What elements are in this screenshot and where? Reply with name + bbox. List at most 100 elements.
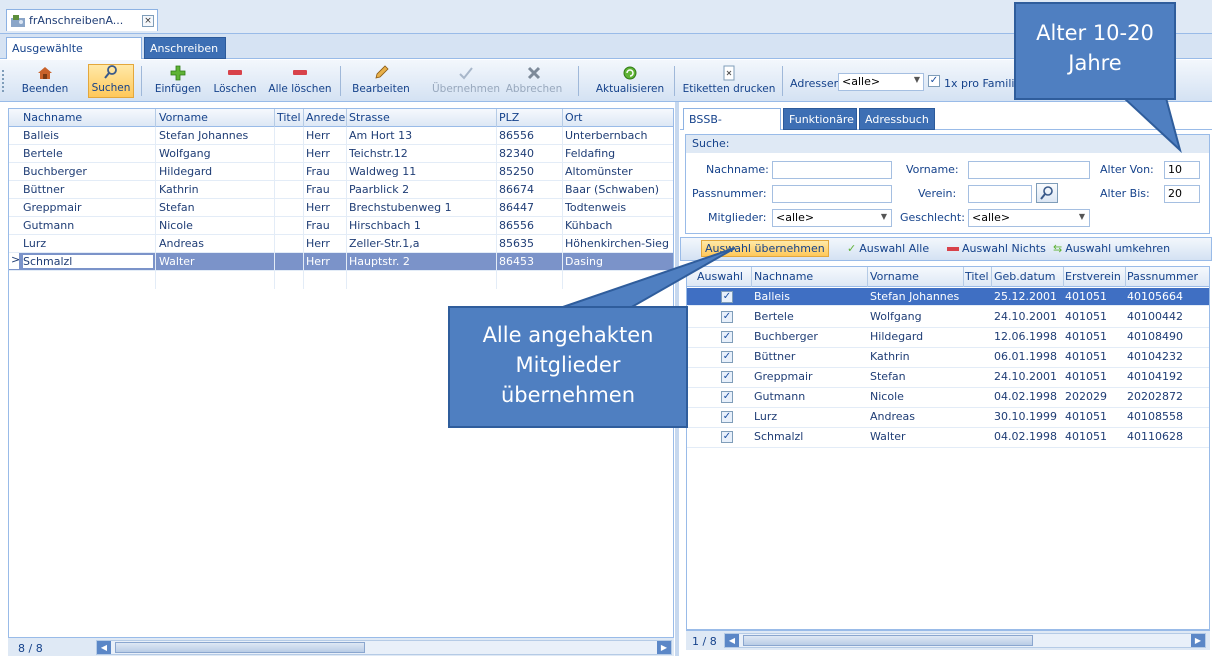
cell-nachname: Bertele xyxy=(754,310,794,323)
uebernehmen-button[interactable]: Übernehmen xyxy=(430,64,502,98)
cell-passnummer: 20202872 xyxy=(1127,390,1183,403)
scrollbar-thumb[interactable] xyxy=(115,642,365,653)
verein-input[interactable] xyxy=(968,185,1032,203)
loeschen-button[interactable]: Löschen xyxy=(210,64,260,98)
tab-anschreiben[interactable]: Anschreiben xyxy=(144,37,226,59)
table-row[interactable]: Buchberger Hildegard Frau Waldweg 11 852… xyxy=(9,163,673,181)
tab-adressbuch[interactable]: Adressbuch xyxy=(859,108,935,130)
grid-line xyxy=(562,127,563,289)
cell-erstverein: 401051 xyxy=(1065,430,1107,443)
passnummer-input[interactable] xyxy=(772,185,892,203)
verein-search-button[interactable] xyxy=(1036,183,1058,203)
scroll-right-icon[interactable]: ▶ xyxy=(1191,634,1205,647)
close-icon[interactable]: × xyxy=(142,14,154,27)
table-row-selected[interactable]: ✓ Balleis Stefan Johannes 25.12.2001 401… xyxy=(687,288,1209,306)
auswahl-uebernehmen-button[interactable]: Auswahl übernehmen xyxy=(701,240,829,257)
check-icon: ✓ xyxy=(847,242,857,255)
auswahl-checkbox[interactable]: ✓ xyxy=(721,411,733,423)
cell-vorname: Kathrin xyxy=(870,350,910,363)
table-row[interactable]: ✓ Greppmair Stefan 24.10.2001 401051 401… xyxy=(687,368,1209,388)
toolbar-grip[interactable] xyxy=(2,70,5,92)
table-row[interactable]: ✓ Gutmann Nicole 04.02.1998 202029 20202… xyxy=(687,388,1209,408)
column-header-ort[interactable]: Ort xyxy=(565,111,583,124)
scrollbar-thumb[interactable] xyxy=(743,635,1033,646)
column-header-auswahl[interactable]: Auswahl xyxy=(697,270,743,283)
auswahl-checkbox[interactable]: ✓ xyxy=(721,391,733,403)
cell-vorname: Nicole xyxy=(870,390,904,403)
column-header-vorname[interactable]: Vorname xyxy=(870,270,919,283)
table-row[interactable]: ✓ Lurz Andreas 30.10.1999 401051 4010855… xyxy=(687,408,1209,428)
cell-anrede: Herr xyxy=(306,201,330,214)
table-row[interactable]: Gutmann Nicole Frau Hirschbach 1 86556 K… xyxy=(9,217,673,235)
horizontal-scrollbar[interactable]: ◀ ▶ xyxy=(724,633,1206,648)
cell-gebdatum: 30.10.1999 xyxy=(994,410,1057,423)
cell-nachname: Greppmair xyxy=(754,370,813,383)
auswahl-umkehren-button[interactable]: ⇆ Auswahl umkehren xyxy=(1053,242,1170,255)
column-separator xyxy=(155,109,156,127)
familie-checkbox[interactable]: ✓ xyxy=(928,75,940,87)
aktualisieren-button[interactable]: Aktualisieren xyxy=(592,64,668,98)
table-row[interactable]: ✓ Büttner Kathrin 06.01.1998 401051 4010… xyxy=(687,348,1209,368)
adressen-combo[interactable]: <alle> ▼ xyxy=(838,73,924,91)
beenden-button[interactable]: Beenden xyxy=(22,64,68,98)
nachname-input[interactable] xyxy=(772,161,892,179)
column-header-nachname[interactable]: Nachname xyxy=(23,111,82,124)
scroll-left-icon[interactable]: ◀ xyxy=(97,641,111,654)
document-tab[interactable]: frAnschreibenA... × xyxy=(6,9,158,31)
abbrechen-button[interactable]: Abbrechen xyxy=(498,64,570,98)
column-header-passnummer[interactable]: Passnummer xyxy=(1127,270,1198,283)
column-header-titel[interactable]: Titel xyxy=(965,270,989,283)
auswahl-checkbox[interactable]: ✓ xyxy=(721,431,733,443)
table-row[interactable]: ✓ Buchberger Hildegard 12.06.1998 401051… xyxy=(687,328,1209,348)
scroll-left-icon[interactable]: ◀ xyxy=(725,634,739,647)
cell-vorname: Wolfgang xyxy=(870,310,922,323)
auswahl-alle-button[interactable]: ✓ Auswahl Alle xyxy=(847,242,929,255)
cell-plz: 86453 xyxy=(499,255,534,268)
right-grid-footer: 1 / 8 ◀ ▶ xyxy=(686,630,1210,650)
mitglieder-combo[interactable]: <alle> ▼ xyxy=(772,209,892,227)
alter-von-input[interactable]: 10 xyxy=(1164,161,1200,179)
table-row[interactable]: Lurz Andreas Herr Zeller-Str.1,a 85635 H… xyxy=(9,235,673,253)
horizontal-scrollbar[interactable]: ◀ ▶ xyxy=(96,640,672,655)
column-header-nachname[interactable]: Nachname xyxy=(754,270,813,283)
auswahl-nichts-button[interactable]: Auswahl Nichts xyxy=(947,242,1046,255)
column-header-gebdatum[interactable]: Geb.datum xyxy=(994,270,1056,283)
table-row[interactable]: ✓ Schmalzl Walter 04.02.1998 401051 4011… xyxy=(687,428,1209,448)
table-row[interactable]: Balleis Stefan Johannes Herr Am Hort 13 … xyxy=(9,127,673,145)
geschlecht-combo[interactable]: <alle> ▼ xyxy=(968,209,1090,227)
column-header-erstverein[interactable]: Erstverein xyxy=(1065,270,1121,283)
grid-line xyxy=(496,127,497,289)
column-header-plz[interactable]: PLZ xyxy=(499,111,519,124)
auswahl-checkbox[interactable]: ✓ xyxy=(721,311,733,323)
tab-ausgewaehlte-adressen[interactable]: Ausgewählte Adressen xyxy=(6,37,142,76)
auswahl-checkbox[interactable]: ✓ xyxy=(721,331,733,343)
column-header-vorname[interactable]: Vorname xyxy=(159,111,208,124)
table-row-selected[interactable]: > Schmalzl Walter Herr Hauptstr. 2 86453… xyxy=(9,253,673,271)
grid-header: Nachname Vorname Titel Anrede Strasse PL… xyxy=(9,109,673,127)
auswahl-checkbox[interactable]: ✓ xyxy=(721,371,733,383)
callout-take-checked: Alle angehakten Mitglieder übernehmen xyxy=(448,306,688,428)
geschlecht-value: <alle> xyxy=(972,211,1011,224)
scroll-right-icon[interactable]: ▶ xyxy=(657,641,671,654)
table-row[interactable]: Büttner Kathrin Frau Paarblick 2 86674 B… xyxy=(9,181,673,199)
bearbeiten-button[interactable]: Bearbeiten xyxy=(350,64,412,98)
tab-bssb-mitglieder[interactable]: BSSB-Mitglieder xyxy=(683,108,781,147)
table-row[interactable]: ✓ Bertele Wolfgang 24.10.2001 401051 401… xyxy=(687,308,1209,328)
table-row[interactable]: Bertele Wolfgang Herr Teichstr.12 82340 … xyxy=(9,145,673,163)
column-header-strasse[interactable]: Strasse xyxy=(349,111,390,124)
suchen-button[interactable]: Suchen xyxy=(88,64,134,98)
auswahl-checkbox[interactable]: ✓ xyxy=(721,351,733,363)
app-icon xyxy=(11,14,25,27)
alter-bis-input[interactable]: 20 xyxy=(1164,185,1200,203)
vorname-input[interactable] xyxy=(968,161,1090,179)
auswahl-alle-label: Auswahl Alle xyxy=(859,242,930,255)
column-header-titel[interactable]: Titel xyxy=(277,111,301,124)
table-row[interactable]: Greppmair Stefan Herr Brechstubenweg 1 8… xyxy=(9,199,673,217)
einfuegen-button[interactable]: Einfügen xyxy=(152,64,204,98)
etiketten-drucken-button[interactable]: Etiketten drucken xyxy=(682,64,776,98)
auswahl-checkbox[interactable]: ✓ xyxy=(721,291,733,303)
grid-line xyxy=(155,127,156,289)
column-header-anrede[interactable]: Anrede xyxy=(306,111,345,124)
alle-loeschen-button[interactable]: Alle löschen xyxy=(268,64,332,98)
tab-funktionaere[interactable]: Funktionäre xyxy=(783,108,857,130)
